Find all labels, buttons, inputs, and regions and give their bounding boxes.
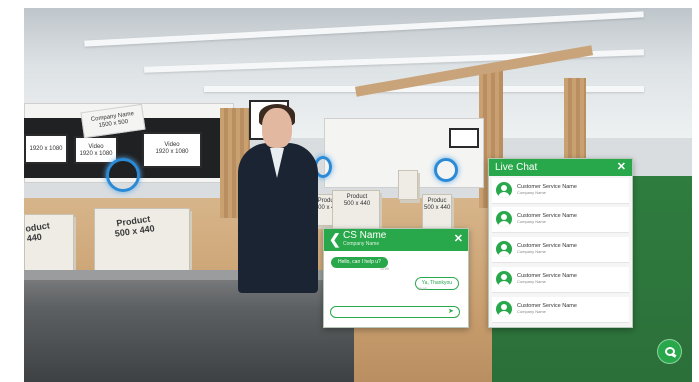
live-chat-item-company: Company Name xyxy=(517,190,546,195)
user-avatar-icon xyxy=(496,301,512,317)
live-chat-item-company: Company Name xyxy=(517,309,546,314)
chevron-left-icon[interactable]: ❮ xyxy=(329,231,341,247)
hotspot-ring[interactable] xyxy=(106,158,140,192)
hotspot-ring[interactable] xyxy=(434,158,458,182)
avatar-head xyxy=(262,108,292,148)
cs-chat-panel[interactable]: ❮ CS Name Company Name ✕ Hello, can I he… xyxy=(323,228,469,328)
send-icon[interactable]: ➤ xyxy=(448,308,454,316)
live-chat-item[interactable]: Customer Service Name Company Name xyxy=(492,267,629,293)
chat-message-time: 10:00 xyxy=(418,287,427,291)
live-chat-item[interactable]: Customer Service Name Company Name xyxy=(492,237,629,263)
screen-label: 1920 x 1080 xyxy=(29,146,63,152)
screen-label: Video 1920 x 1080 xyxy=(155,142,189,155)
close-icon[interactable]: ✕ xyxy=(617,160,626,174)
product-box xyxy=(398,170,418,200)
close-icon[interactable]: ✕ xyxy=(454,232,463,246)
cs-chat-company: Company Name xyxy=(343,241,380,247)
cs-chat-header: ❮ CS Name Company Name ✕ xyxy=(324,229,468,251)
chat-message-time: 10:00 xyxy=(380,267,389,271)
user-avatar-icon xyxy=(496,271,512,287)
live-chat-title: Live Chat xyxy=(495,162,538,173)
live-chat-item[interactable]: Customer Service Name Company Name xyxy=(492,178,629,204)
user-avatar-icon xyxy=(496,241,512,257)
live-chat-item-company: Company Name xyxy=(517,249,546,254)
live-chat-panel[interactable]: Live Chat ✕ Customer Service Name Compan… xyxy=(488,158,633,328)
product-box-label: oduct 440 xyxy=(24,220,51,244)
live-chat-item[interactable]: Customer Service Name Company Name xyxy=(492,297,629,323)
live-chat-item[interactable]: Customer Service Name Company Name xyxy=(492,207,629,233)
chat-bubble-icon[interactable] xyxy=(657,339,682,364)
user-avatar-icon xyxy=(496,182,512,198)
virtual-expo-scene[interactable]: Company Name 1500 x 500 1920 x 1080 Vide… xyxy=(24,8,692,382)
live-chat-item-company: Company Name xyxy=(517,219,546,224)
booth-screen xyxy=(449,128,479,148)
live-chat-header: Live Chat ✕ xyxy=(489,159,632,176)
user-avatar-icon xyxy=(496,211,512,227)
product-box-label: Product 500 x 440 xyxy=(343,194,371,207)
screen-label: Video 1920 x 1080 xyxy=(79,144,113,157)
chat-message-input[interactable] xyxy=(330,306,460,318)
live-chat-item-company: Company Name xyxy=(517,279,546,284)
product-box-label: Produc 500 x 440 xyxy=(424,198,451,211)
